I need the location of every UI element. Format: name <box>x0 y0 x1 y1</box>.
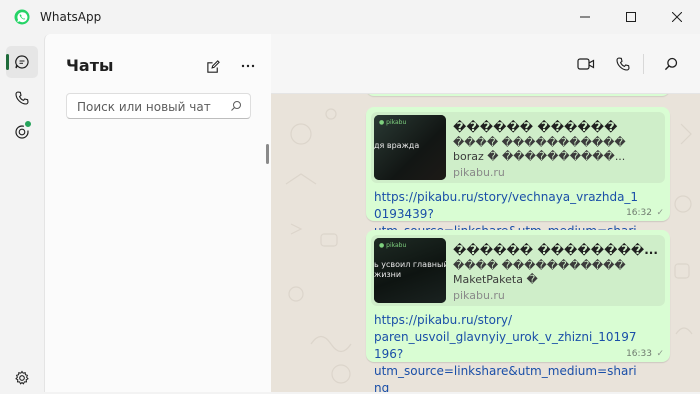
chat-list-title: Чаты <box>66 56 114 75</box>
nav-rail <box>0 34 44 392</box>
previous-message-bubble <box>366 94 670 96</box>
link-line: https://pikabu.ru/story/ <box>374 313 513 327</box>
search-icon <box>664 57 678 71</box>
message-bubble[interactable]: ● pikabu ь усвоил главный жизни ������ �… <box>366 230 670 392</box>
thumbnail-logo-text: ● pikabu <box>379 242 407 249</box>
voice-call-icon <box>616 57 630 71</box>
link-preview-card[interactable]: ● pikabu дя вражда ������ ������ ���� ��… <box>371 112 665 183</box>
link-preview-description: ���� ����������� boraz � ����������... <box>453 136 626 163</box>
link-preview-description: ���� ����������� MaketPaketa � ���������… <box>453 259 626 286</box>
link-preview-domain: pikabu.ru <box>453 166 505 179</box>
thumbnail-logo-text: ● pikabu <box>379 119 407 126</box>
link-preview-title: ������ ��������... <box>453 243 658 257</box>
close-button[interactable] <box>654 0 700 34</box>
search-input[interactable] <box>75 97 229 117</box>
message-link[interactable]: https://pikabu.ru/story/ paren_usvoil_gl… <box>374 312 644 392</box>
app-title: WhatsApp <box>40 10 102 24</box>
thumbnail-caption: дя вражда <box>374 141 420 150</box>
thumbnail-caption: ь усвоил главный <box>374 260 446 269</box>
minimize-button[interactable] <box>562 0 608 34</box>
video-call-button[interactable] <box>573 51 599 77</box>
new-chat-button[interactable] <box>201 54 225 78</box>
link-preview-thumbnail: ● pikabu дя вражда <box>374 115 446 180</box>
calls-icon <box>15 91 29 105</box>
message-time: 16:32 <box>626 208 652 218</box>
active-indicator <box>6 54 9 70</box>
link-line: https://pikabu.ru/story/vechnaya_vrazhda… <box>374 190 639 221</box>
chat-list-menu-button[interactable] <box>236 54 260 78</box>
rail-settings-button[interactable] <box>6 362 38 394</box>
close-icon <box>672 12 682 22</box>
maximize-icon <box>626 12 636 22</box>
chat-list-scrollbar[interactable] <box>266 144 269 164</box>
delivered-check-icon: ✓ <box>656 349 664 359</box>
more-icon <box>241 64 255 68</box>
link-preview-thumbnail: ● pikabu ь усвоил главный жизни <box>374 238 446 303</box>
status-badge <box>24 120 32 128</box>
whatsapp-logo-icon <box>14 9 30 25</box>
rail-status-button[interactable] <box>6 116 38 148</box>
minimize-icon <box>580 16 590 18</box>
message-bubble[interactable]: ● pikabu дя вражда ������ ������ ���� ��… <box>366 107 670 255</box>
chat-messages-area[interactable]: ● pikabu дя вражда ������ ������ ���� ��… <box>271 94 700 392</box>
video-call-icon <box>577 58 595 70</box>
link-line: paren_usvoil_glavnyiy_urok_v_zhizni_1019… <box>374 330 637 361</box>
message-time: 16:33 <box>626 349 652 359</box>
chat-search-button[interactable] <box>658 51 684 77</box>
link-line: utm_source=linkshare&utm_medium=sharing <box>374 364 637 392</box>
rail-chats-button[interactable] <box>6 46 38 78</box>
new-chat-icon <box>206 59 220 73</box>
delivered-check-icon: ✓ <box>656 208 664 218</box>
settings-icon <box>15 370 29 385</box>
maximize-button[interactable] <box>608 0 654 34</box>
title-bar: WhatsApp <box>0 0 700 34</box>
header-divider <box>643 54 644 74</box>
link-preview-card[interactable]: ● pikabu ь усвоил главный жизни ������ �… <box>371 235 665 306</box>
thumbnail-caption: жизни <box>374 270 402 279</box>
chats-icon <box>15 55 29 69</box>
rail-calls-button[interactable] <box>6 82 38 114</box>
chat-header <box>271 34 700 94</box>
search-box[interactable] <box>66 93 251 119</box>
link-preview-title: ������ ������ <box>453 120 618 134</box>
search-icon <box>231 101 241 111</box>
link-preview-domain: pikabu.ru <box>453 289 505 302</box>
voice-call-button[interactable] <box>610 51 636 77</box>
chat-list-panel: Чаты <box>44 34 272 392</box>
